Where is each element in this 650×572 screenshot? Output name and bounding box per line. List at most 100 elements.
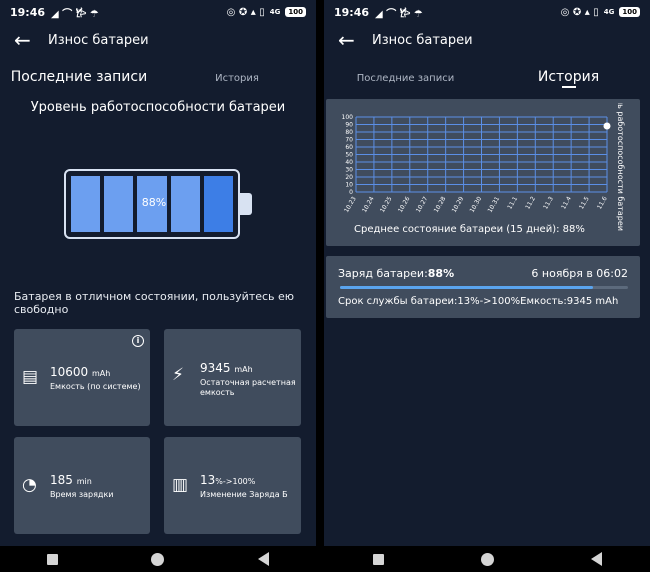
chart-caption: Среднее состояние батареи (15 дней): 88% [354,224,585,235]
y-tick-label: 40 [345,159,353,166]
tab-recent-label: Последние записи [356,73,455,84]
back-triangle-icon[interactable] [258,552,270,566]
system-icons: ◎ ✪ ▴ ▯ 4G 100 [561,7,640,18]
tab-history[interactable]: История [487,62,650,98]
x-tick-label: 10.23 [343,195,358,214]
speedometer-icon: ◔ [22,475,37,495]
y-tick-label: 70 [345,137,353,144]
notification-icons: ◢ ⌒ 𐂂 ☂ [51,8,99,20]
tab-recent[interactable]: Последние записи [0,62,158,98]
charge-detail: Срок службы батареи:13%->100%Емкость:934… [338,296,619,307]
status-bar: 19:46 ◢ ⌒ 𐂂 ☂ ◎ ✪ ▴ ▯ 4G 100 [324,0,650,24]
estimated-capacity-card[interactable]: ⚡ 9345 mAh Остаточная расчетная емкость [164,329,301,426]
chart-side-label-text: ень работоспособности батареи [616,103,625,231]
y-tick-label: 30 [345,167,353,174]
charge-value: 88% [427,267,455,280]
left-screen: 19:46 ◢ ⌒ 𐂂 ☂ ◎ ✪ ▴ ▯ 4G 100 ← Износ бат… [0,0,316,572]
charge-time-card[interactable]: ◔ 185 min Время зарядки [14,437,150,534]
recents-square-icon[interactable] [372,553,384,565]
tabs: Последние записи История [324,62,650,98]
estimated-capacity-unit: mAh [234,365,253,374]
tab-history[interactable]: История [158,62,316,98]
estimated-capacity-number: 9345 [200,361,231,375]
estimated-capacity-label: Остаточная расчетная емкость [200,378,296,397]
right-screen: 19:46 ◢ ⌒ 𐂂 ☂ ◎ ✪ ▴ ▯ 4G 100 ← Износ бат… [324,0,650,572]
charge-time-unit: min [76,477,92,486]
app-bar: ← Износ батареи [0,26,316,54]
bar-chart-icon: ▥ [172,475,189,495]
charge-label-text: Заряд батареи: [338,267,428,280]
y-tick-label: 10 [345,182,353,189]
home-circle-icon[interactable] [480,552,494,566]
charge-time-label: Время зарядки [50,490,114,499]
tab-history-label: История [537,69,600,85]
y-tick-label: 20 [345,174,353,181]
y-tick-label: 50 [345,152,353,159]
home-circle-icon[interactable] [151,552,165,566]
navigation-bar [0,546,316,572]
status-time: 19:46 [334,5,370,19]
y-tick-label: 80 [345,129,353,136]
x-tick-label: 11.1 [506,195,519,210]
charge-change-number: 13 [200,473,216,487]
network-type: 4G [603,8,615,16]
system-icons-glyphs: ◎ ✪ ▴ ▯ [560,6,599,18]
charge-time-number: 185 [50,473,73,487]
charge-change-value: 13%->100% [200,473,255,487]
y-tick-label: 60 [345,144,353,151]
charge-change-card[interactable]: ▥ 13%->100% Изменение Заряда Б [164,437,301,534]
back-triangle-icon[interactable] [590,552,602,566]
back-arrow-icon[interactable]: ← [14,28,44,52]
info-icon[interactable]: i [132,335,144,347]
charge-time-value: 185 min [50,473,92,487]
status-time: 19:46 [10,5,46,19]
tab-recent[interactable]: Последние записи [324,62,487,98]
charge-label: Заряд батареи:88% [338,267,454,280]
y-tick-label: 0 [349,189,353,196]
battery-percent: 88% [141,196,167,209]
back-arrow-icon[interactable]: ← [338,28,368,52]
x-tick-label: 10.30 [469,195,484,214]
system-icons: ◎ ✪ ▴ ▯ 4G 100 [227,7,306,18]
x-tick-label: 10.28 [433,195,448,214]
estimated-capacity-value: 9345 mAh [200,361,253,375]
capacity-card[interactable]: i ▤ 10600 mAh Емкость (по системе) [14,329,150,426]
tabs: Последние записи История [0,62,316,98]
app-title: Износ батареи [48,32,149,48]
tab-history-label: История [215,73,259,84]
x-tick-label: 10.24 [361,195,376,214]
charge-progress-bar [340,286,628,289]
capacity-label: Емкость (по системе) [50,382,141,391]
chart-side-label: ень работоспособности батареи [607,103,631,231]
app-bar: ← Износ батареи [324,26,650,54]
capacity-unit: mAh [92,369,111,378]
charge-date: 6 ноября в 06:02 [531,267,628,280]
capacity-number: 10600 [50,365,89,379]
system-icons-glyphs: ◎ ✪ ▴ ▯ [226,6,265,18]
x-tick-label: 11.3 [542,195,555,210]
lightning-icon: ⚡ [172,365,184,385]
app-title: Износ батареи [372,32,473,48]
recents-square-icon[interactable] [46,553,58,565]
x-tick-label: 11.4 [560,195,573,210]
y-tick-label: 100 [342,114,354,121]
x-tick-label: 10.26 [397,195,412,214]
x-tick-label: 10.27 [415,195,430,214]
x-tick-label: 10.31 [487,195,502,214]
navigation-bar [324,546,650,572]
network-type: 4G [269,8,281,16]
x-tick-label: 10.29 [451,195,466,214]
tab-underline [561,86,576,88]
tab-recent-label: Последние записи [10,69,148,85]
capacity-value: 10600 mAh [50,365,110,379]
battery-indicator: 100 [619,7,640,17]
charge-progress-fill [340,286,594,289]
charge-record-card[interactable]: Заряд батареи:88% 6 ноября в 06:02 Срок … [326,256,640,318]
charge-change-label: Изменение Заряда Б [200,490,288,499]
x-tick-label: 10.25 [379,195,394,214]
status-bar: 19:46 ◢ ⌒ 𐂂 ☂ ◎ ✪ ▴ ▯ 4G 100 [0,0,316,24]
x-tick-label: 11.5 [578,195,591,210]
x-tick-label: 11.2 [524,195,537,210]
section-title: Уровень работоспособности батареи [30,100,286,115]
clipboard-icon: ▤ [22,367,39,387]
